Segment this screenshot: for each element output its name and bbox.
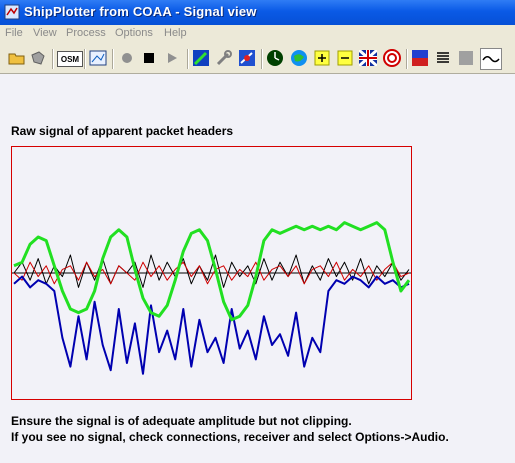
zoom-out-icon[interactable] [336, 49, 354, 67]
color-palette-icon[interactable] [411, 49, 429, 67]
tools-icon[interactable] [215, 49, 233, 67]
ship-icon[interactable] [29, 49, 47, 67]
menu-help[interactable]: Help [164, 27, 187, 39]
zoom-in-icon[interactable] [313, 49, 331, 67]
record-icon[interactable] [118, 49, 136, 67]
menu-options[interactable]: Options [115, 27, 153, 39]
toolbar: OSM [0, 43, 515, 74]
menu-view[interactable]: View [33, 27, 57, 39]
note-line-1: Ensure the signal is of adequate amplitu… [11, 414, 352, 428]
gray-panel-icon[interactable] [457, 49, 475, 67]
toolbar-separator [261, 49, 263, 69]
signal-plot [12, 221, 411, 375]
signal-view-content: Raw signal of apparent packet headers En… [0, 74, 515, 463]
stop-icon[interactable] [140, 49, 158, 67]
title-bar: ShipPlotter from COAA - Signal view [0, 0, 515, 25]
app-icon [4, 4, 20, 20]
toolbar-separator [406, 49, 408, 69]
toolbar-separator [187, 49, 189, 69]
blue-signal-trace [13, 275, 410, 375]
note-line-2: If you see no signal, check connections,… [11, 430, 449, 444]
osm-map-icon[interactable]: OSM [57, 51, 83, 67]
signal-plot-frame [11, 146, 412, 400]
menu-bar: File View Process Options Help [0, 25, 515, 43]
toolbar-separator [84, 49, 86, 69]
play-icon[interactable] [163, 49, 181, 67]
chart-window-icon[interactable] [89, 49, 107, 67]
route-icon[interactable] [238, 49, 256, 67]
target-icon[interactable] [383, 49, 401, 67]
toolbar-separator [52, 49, 54, 69]
window-title: ShipPlotter from COAA - Signal view [24, 4, 257, 19]
clock-icon[interactable] [266, 49, 284, 67]
signal-view-icon[interactable] [480, 48, 502, 70]
uk-flag-icon[interactable] [359, 49, 377, 67]
menu-process[interactable]: Process [66, 27, 106, 39]
menu-file[interactable]: File [5, 27, 23, 39]
globe-icon[interactable] [290, 49, 308, 67]
toolbar-separator [112, 49, 114, 69]
list-icon[interactable] [434, 49, 452, 67]
open-folder-icon[interactable] [8, 49, 26, 67]
map-marker-icon[interactable] [192, 49, 210, 67]
chart-heading: Raw signal of apparent packet headers [11, 124, 234, 138]
